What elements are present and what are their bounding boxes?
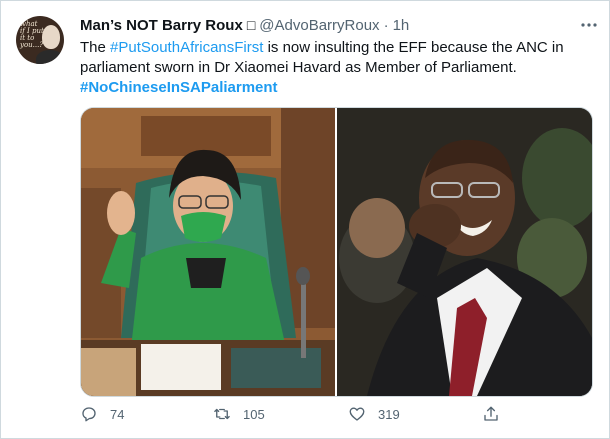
retweet-button[interactable]: 105 xyxy=(213,404,265,424)
tweet-actions: 74 105 319 xyxy=(80,404,580,424)
tweet-card[interactable]: what if I put it to you...? Man’s NOT Ba… xyxy=(0,0,610,439)
avatar-caption: what if I put it to you...? xyxy=(20,20,44,49)
tweet-text: The #PutSouthAfricansFirst is now insult… xyxy=(80,38,590,98)
hashtag-link[interactable]: #PutSouthAfricansFirst xyxy=(110,39,263,56)
more-horizontal-icon[interactable] xyxy=(579,15,599,35)
avatar[interactable]: what if I put it to you...? xyxy=(16,16,64,64)
avatar-body xyxy=(36,50,64,64)
photo-man-laughing[interactable] xyxy=(337,108,592,396)
photo-woman-oath[interactable] xyxy=(81,108,337,396)
author-name[interactable]: Man’s NOT Barry Roux xyxy=(80,17,243,34)
name-glyph: □ xyxy=(246,17,256,33)
retweet-icon xyxy=(214,408,230,420)
reply-icon xyxy=(82,407,96,422)
share-icon xyxy=(484,406,498,421)
tweet-header: Man’s NOT Barry Roux □ @AdvoBarryRoux · … xyxy=(80,14,409,36)
retweet-count: 105 xyxy=(243,406,265,422)
author-handle[interactable]: @AdvoBarryRoux xyxy=(259,17,379,34)
media-grid xyxy=(80,107,593,397)
reply-button[interactable]: 74 xyxy=(80,404,124,424)
hashtag-link-bold[interactable]: #NoChineseInSAPaliarment xyxy=(80,78,590,98)
like-button[interactable]: 319 xyxy=(348,404,400,424)
like-count: 319 xyxy=(378,406,400,422)
avatar-face xyxy=(42,25,60,49)
header-separator: · xyxy=(383,16,389,34)
tweet-text-prefix: The xyxy=(80,39,111,56)
share-button[interactable] xyxy=(482,404,512,424)
reply-count: 74 xyxy=(110,406,125,422)
heart-icon xyxy=(349,407,365,421)
tweet-timestamp[interactable]: 1h xyxy=(393,17,410,34)
